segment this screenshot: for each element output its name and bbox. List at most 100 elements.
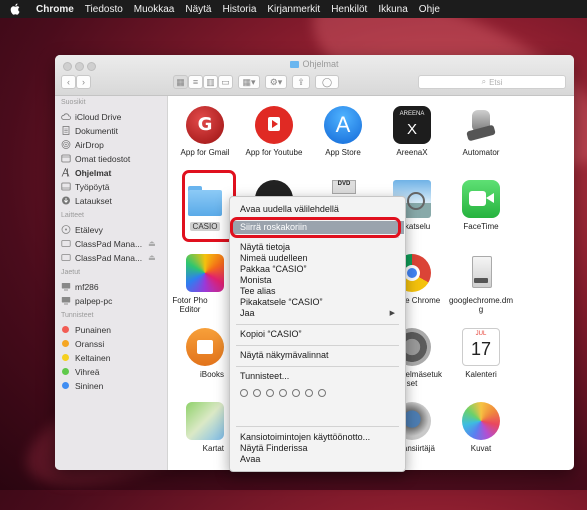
app-kalenteri[interactable]: JUL 17 Kalenteri <box>446 328 516 379</box>
submenu-arrow-icon: ▶ <box>389 310 395 317</box>
menu-item-quick-look[interactable]: Pikakatsele “CASIO” <box>240 297 323 308</box>
title-bar: Ohjelmat ‹ › ▦ ≡ ▥ ▭ ▦▾ ⚙▾ ⇪ ◯ ⌕ Etsi <box>55 55 574 96</box>
sidebar-item-mf286[interactable]: mf286 <box>61 280 165 293</box>
arrange-button[interactable]: ▦▾ <box>238 75 260 89</box>
menu-kirjanmerkit[interactable]: Kirjanmerkit <box>267 4 320 15</box>
sidebar-item-lataukset[interactable]: Lataukset <box>61 194 165 207</box>
menu-chrome[interactable]: Chrome <box>36 4 74 15</box>
gmail-app-icon: G <box>186 106 224 144</box>
edit-tags-button[interactable]: ◯ <box>315 75 339 89</box>
menu-item-make-alias[interactable]: Tee alias <box>240 286 276 297</box>
sidebar-tag-sininen[interactable]: Sininen <box>61 379 165 392</box>
sidebar-item-etalevy[interactable]: Etälevy <box>61 223 165 236</box>
tag-circle-icon[interactable] <box>240 389 248 397</box>
sidebar-header-tags: Tunnisteet <box>61 312 94 319</box>
app-app-store[interactable]: A App Store <box>308 106 378 157</box>
applications-icon <box>61 168 70 177</box>
sidebar-label: mf286 <box>75 281 99 292</box>
menu-separator <box>236 366 399 367</box>
menu-item-view-options[interactable]: Näytä näkymävalinnat <box>240 350 329 361</box>
tag-circle-icon[interactable] <box>318 389 326 397</box>
icon-view-button[interactable]: ▦ <box>173 75 188 89</box>
app-areenax[interactable]: AREENA X AreenaX <box>377 106 447 157</box>
app-label: App for Youtube <box>245 148 303 157</box>
blue-tag-dot <box>62 382 69 389</box>
sidebar-label: Omat tiedostot <box>75 153 131 164</box>
menu-item-share[interactable]: Jaa <box>240 308 255 319</box>
tag-circle-icon[interactable] <box>266 389 274 397</box>
menu-item-compress[interactable]: Pakkaa “CASIO” <box>240 264 307 275</box>
sidebar-label: ClassPad Mana... <box>75 238 143 249</box>
menu-item-open-new-tab[interactable]: Avaa uudella välilehdellä <box>240 204 339 215</box>
sidebar-label: Dokumentit <box>75 125 118 136</box>
sidebar-tag-vihrea[interactable]: Vihreä <box>61 365 165 378</box>
maps-app-icon <box>186 402 224 440</box>
menu-separator <box>236 324 399 325</box>
search-icon: ⌕ <box>481 77 487 86</box>
menu-item-rename[interactable]: Nimeä uudelleen <box>240 253 308 264</box>
sidebar-tag-punainen[interactable]: Punainen <box>61 323 165 336</box>
sidebar-item-palpep-pc[interactable]: palpep-pc <box>61 294 165 307</box>
menu-item-copy[interactable]: Kopioi “CASIO” <box>240 329 302 340</box>
menu-muokkaa[interactable]: Muokkaa <box>134 4 175 15</box>
youtube-app-icon <box>255 106 293 144</box>
sidebar-item-icloud-drive[interactable]: iCloud Drive <box>61 110 165 123</box>
eject-icon[interactable]: ⏏ <box>148 239 156 248</box>
menu-tiedosto[interactable]: Tiedosto <box>85 4 123 15</box>
column-view-button[interactable]: ▥ <box>203 75 218 89</box>
tag-circle-icon[interactable] <box>305 389 313 397</box>
sidebar-tag-oranssi[interactable]: Oranssi <box>61 337 165 350</box>
app-gmail[interactable]: G App for Gmail <box>170 106 240 157</box>
share-button[interactable]: ⇪ <box>292 75 310 89</box>
menu-item-show-in-finder[interactable]: Näytä Finderissa <box>240 443 308 454</box>
drive-icon <box>61 254 71 261</box>
app-kuvat[interactable]: Kuvat <box>446 402 516 453</box>
tag-circle-icon[interactable] <box>279 389 287 397</box>
menu-item-tags[interactable]: Tunnisteet... <box>240 371 289 382</box>
window-title: Ohjelmat <box>55 59 574 69</box>
menu-nayta[interactable]: Näytä <box>185 4 211 15</box>
action-gear-button[interactable]: ⚙▾ <box>265 75 287 89</box>
tag-circle-icon[interactable] <box>253 389 261 397</box>
download-icon <box>62 196 70 205</box>
cover-flow-button[interactable]: ▭ <box>218 75 233 89</box>
orange-tag-dot <box>62 340 69 347</box>
sidebar-item-tyopoyta[interactable]: Työpöytä <box>61 180 165 193</box>
app-facetime[interactable]: FaceTime <box>446 180 516 231</box>
facetime-app-icon <box>462 180 500 218</box>
sidebar-label: AirDrop <box>75 139 104 150</box>
menu-item-duplicate[interactable]: Monista <box>240 275 272 286</box>
search-input[interactable]: ⌕ Etsi <box>418 75 566 89</box>
sidebar-item-dokumentit[interactable]: Dokumentit <box>61 124 165 137</box>
computer-icon <box>61 283 71 291</box>
tag-circle-icon[interactable] <box>292 389 300 397</box>
sidebar-item-classpad-2[interactable]: ClassPad Mana... ⏏ <box>61 251 165 264</box>
sidebar-item-airdrop[interactable]: AirDrop <box>61 138 165 151</box>
menu-item-open[interactable]: Avaa <box>240 454 260 465</box>
app-automator[interactable]: Automator <box>446 106 516 157</box>
sidebar-tag-keltainen[interactable]: Keltainen <box>61 351 165 364</box>
eject-icon[interactable]: ⏏ <box>148 253 156 262</box>
drive-icon <box>61 240 71 247</box>
areena-logo-x: X <box>406 121 417 138</box>
menu-item-folder-actions[interactable]: Kansiotoimintojen käyttöönotto... <box>240 432 370 443</box>
fotor-app-icon <box>186 254 224 292</box>
app-label: AreenaX <box>396 148 428 157</box>
file-googlechrome-dmg[interactable]: googlechrome.dm g <box>446 254 516 314</box>
back-button[interactable]: ‹ <box>61 75 76 89</box>
forward-button[interactable]: › <box>76 75 91 89</box>
menu-ohje[interactable]: Ohje <box>419 4 440 15</box>
sidebar-label: Lataukset <box>75 195 112 206</box>
sidebar-item-classpad-1[interactable]: ClassPad Mana... ⏏ <box>61 237 165 250</box>
app-youtube[interactable]: App for Youtube <box>239 106 309 157</box>
apple-icon[interactable] <box>10 3 20 15</box>
menu-item-get-info[interactable]: Näytä tietoja <box>240 242 290 253</box>
sidebar-item-omat-tiedostot[interactable]: Omat tiedostot <box>61 152 165 165</box>
menu-historia[interactable]: Historia <box>222 4 256 15</box>
menu-henkilot[interactable]: Henkilöt <box>331 4 367 15</box>
sidebar: Suosikit iCloud Drive Dokumentit AirDrop… <box>55 96 168 470</box>
sidebar-item-ohjelmat[interactable]: Ohjelmat <box>61 166 165 179</box>
menu-ikkuna[interactable]: Ikkuna <box>378 4 407 15</box>
list-view-button[interactable]: ≡ <box>188 75 203 89</box>
sidebar-label: Etälevy <box>75 224 103 235</box>
